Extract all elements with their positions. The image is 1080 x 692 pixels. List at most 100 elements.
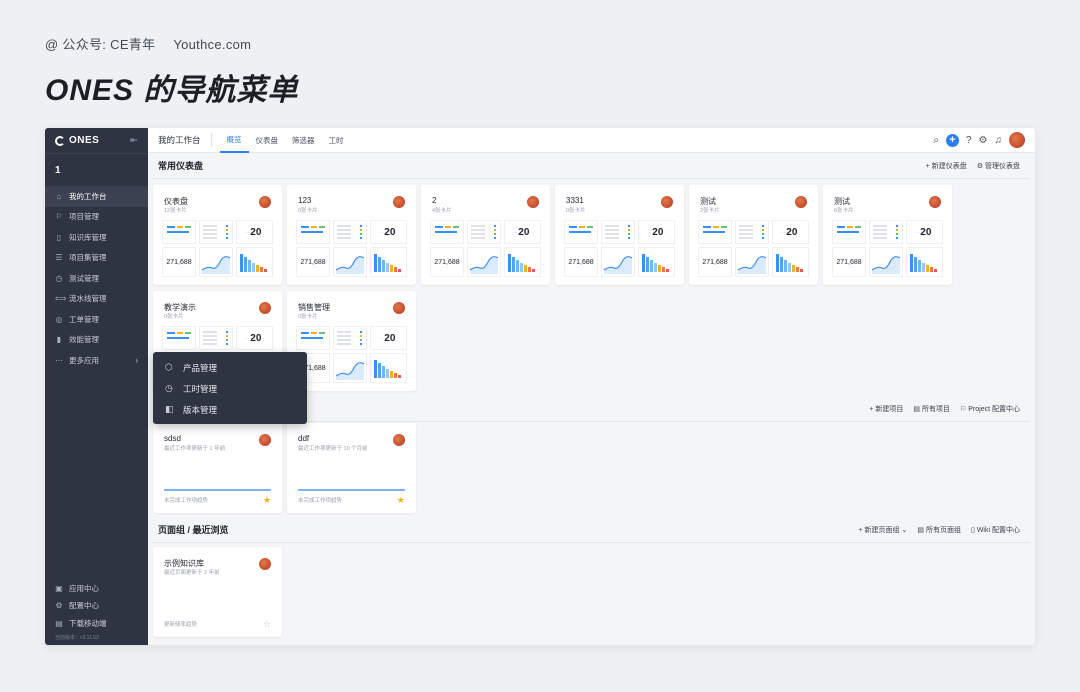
preview-line <box>569 231 591 233</box>
preview-marker <box>360 335 362 337</box>
preview-bar <box>934 269 937 272</box>
list-icon: ▤ <box>917 526 924 534</box>
all-page-groups-button[interactable]: ▤ 所有页面组 <box>917 525 961 535</box>
sidebar-item[interactable]: ◎ 工单管理 <box>45 309 148 330</box>
preview-marker <box>494 233 496 235</box>
card-footer: 未完成工作项趋势 <box>298 498 343 504</box>
number-suffix: · <box>530 229 532 235</box>
preview-line <box>435 226 443 228</box>
preview-line <box>337 339 351 341</box>
sidebar-item[interactable]: ⟺ 流水线管理 <box>45 289 148 310</box>
dashboard-card[interactable]: 3331 0张卡片 ··· 20 · 271,688 <box>555 185 684 285</box>
preview-table <box>162 326 196 350</box>
new-dashboard-button[interactable]: + 新建仪表盘 <box>926 161 967 171</box>
preview-number-value: 20 <box>384 226 396 238</box>
preview-line <box>873 229 887 231</box>
manage-dashboard-button[interactable]: ⚙ 管理仪表盘 <box>977 161 1020 171</box>
gear-icon[interactable]: ⚙ <box>979 135 988 146</box>
preview-bar-chart <box>370 353 407 383</box>
number-suffix: · <box>396 229 398 235</box>
popup-item[interactable]: ⬡ 产品管理 <box>153 357 307 378</box>
tab[interactable]: 概览 <box>219 128 249 153</box>
preview-marker <box>762 229 764 231</box>
popup-item[interactable]: ◷ 工时管理 <box>153 378 307 399</box>
add-icon[interactable]: + <box>945 133 959 147</box>
new-page-group-button[interactable]: + 新建页面组 ⌄ <box>858 525 907 535</box>
help-icon[interactable]: ? <box>966 135 972 146</box>
preview-table <box>430 220 464 244</box>
preview-bar <box>508 254 511 272</box>
project-config-button[interactable]: ⚐ Project 配置中心 <box>960 404 1020 414</box>
dashboard-card[interactable]: 仪表盘 12张卡片 ··· 20 · 271,688 <box>153 185 282 285</box>
preview-line <box>301 337 323 339</box>
divider <box>210 133 212 147</box>
star-icon[interactable]: ★ <box>263 495 271 506</box>
credit-line: @ 公众号: CE青年 Youthce.com <box>45 34 298 53</box>
dashboard-card[interactable]: 2 4张卡片 ··· 20 · 271,688 <box>421 185 550 285</box>
sidebar-item[interactable]: ▯ 知识库管理 <box>45 227 148 248</box>
preview-line <box>337 343 351 345</box>
project-card[interactable]: sdsd 最近工作项更新于 1 年前 未完成工作项趋势 ★ <box>153 423 282 513</box>
bell-icon[interactable]: ♫ <box>995 135 1003 146</box>
number-prefix: ··· <box>513 229 518 235</box>
popup-item[interactable]: ◧ 版本管理 <box>153 399 307 420</box>
dashboard-preview: ···20· 271,688 <box>832 220 943 278</box>
card-subtitle: 最近页面更新于 2 年前 <box>164 570 220 576</box>
credit-account: @ 公众号: CE青年 <box>45 37 156 52</box>
sidebar-bottom-item[interactable]: ▤ 下载移动端 <box>45 615 148 633</box>
dashboard-card[interactable]: 测试 6张卡片 ··· 20 · 271,688 <box>823 185 952 285</box>
star-icon[interactable]: ★ <box>397 495 405 506</box>
search-icon[interactable]: ⌕ <box>933 135 939 146</box>
tab[interactable]: 工时 <box>322 128 351 153</box>
sidebar-item-label: 工单管理 <box>69 314 99 324</box>
sidebar-item[interactable]: ⌂ 我的工作台 <box>45 186 148 207</box>
preview-marker <box>226 229 228 231</box>
collapse-sidebar-icon[interactable]: ⇤ <box>130 135 138 146</box>
sidebar-item-label: 配置中心 <box>69 601 99 611</box>
preview-line <box>445 226 451 228</box>
preview-bar <box>926 265 929 272</box>
project-card[interactable]: ddf 最近工作项更新于 10 个月前 未完成工作项趋势 ★ <box>287 423 416 513</box>
all-projects-button[interactable]: ▤ 所有项目 <box>913 404 950 414</box>
sidebar-item[interactable]: ⋯ 更多应用 › <box>45 350 148 371</box>
sidebar-bottom-item[interactable]: ⚙ 配置中心 <box>45 597 148 615</box>
number-suffix: · <box>396 335 398 341</box>
preview-line <box>873 237 887 239</box>
tab[interactable]: 仪表盘 <box>249 128 286 153</box>
wiki-config-button[interactable]: ▯ Wiki 配置中心 <box>971 525 1020 535</box>
card-subtitle: 0张卡片 <box>566 208 586 214</box>
dashboard-preview: ···20· 271,688 <box>698 220 809 278</box>
preview-line <box>713 226 719 228</box>
sidebar-item[interactable]: ⚐ 项目管理 <box>45 207 148 228</box>
preview-bar <box>792 265 795 272</box>
preview-marker <box>360 339 362 341</box>
avatar[interactable] <box>1009 132 1025 148</box>
sidebar-item[interactable]: ☰ 项目集管理 <box>45 248 148 269</box>
more-icon: ⋯ <box>55 355 63 365</box>
preview-bar <box>394 267 397 272</box>
dashboard-card[interactable]: 测试 2张卡片 ··· 20 · 271,688 <box>689 185 818 285</box>
card-title: 123 <box>298 196 312 205</box>
team-switcher[interactable]: 1 <box>45 154 148 186</box>
chevron-right-icon: › <box>135 355 138 365</box>
gear-icon: ⚙ <box>976 162 983 170</box>
sidebar-item[interactable]: ◷ 测试管理 <box>45 268 148 289</box>
preview-bar <box>654 263 657 272</box>
card-subtitle: 最近工作项更新于 1 年前 <box>164 446 226 452</box>
version-icon: ◧ <box>165 404 174 414</box>
project-card[interactable]: 示例知识库 最近页面更新于 2 年前 更新频率趋势 ☆ <box>153 547 282 637</box>
preview-bar <box>784 260 787 272</box>
tab[interactable]: 筛选器 <box>285 128 322 153</box>
sidebar-bottom-item[interactable]: ▣ 应用中心 <box>45 580 148 598</box>
star-icon[interactable]: ☆ <box>263 619 271 630</box>
new-project-button[interactable]: + 新建项目 <box>869 404 903 414</box>
preview-table <box>162 220 196 244</box>
preview-line <box>337 335 351 337</box>
app-center-icon: ▣ <box>55 583 63 593</box>
dashboard-card[interactable]: 123 0张卡片 ··· 20 · 271,688 <box>287 185 416 285</box>
sidebar-logo[interactable]: ONES ⇤ <box>45 128 148 154</box>
ticket-icon: ◎ <box>55 314 63 324</box>
preview-bar-chart <box>772 247 809 277</box>
sidebar-item[interactable]: ▮ 效能管理 <box>45 330 148 351</box>
pipeline-icon: ⟺ <box>55 294 67 304</box>
